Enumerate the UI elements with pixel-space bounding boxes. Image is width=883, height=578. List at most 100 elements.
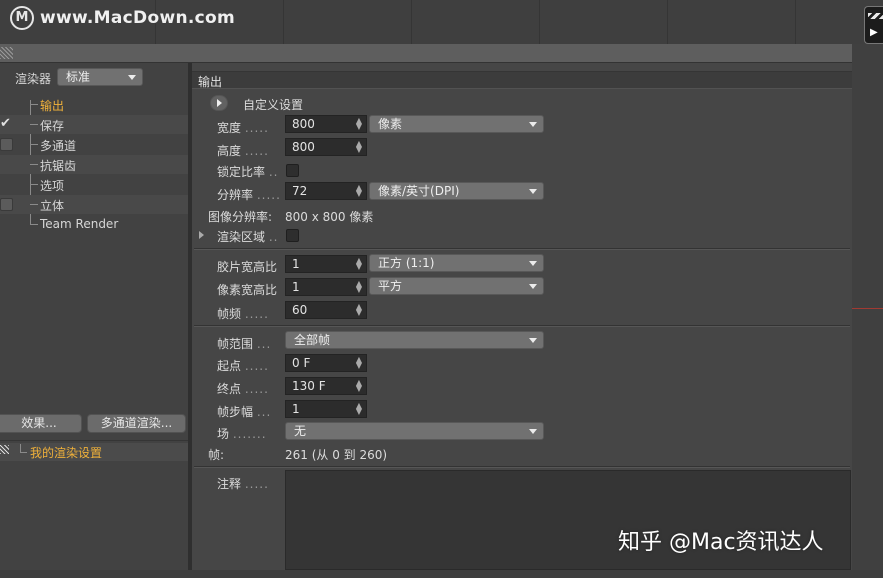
chevron-down-icon bbox=[529, 189, 537, 194]
tree-item-team-render[interactable]: Team Render bbox=[0, 215, 188, 234]
clapperboard-icon[interactable]: ▶ bbox=[864, 6, 883, 44]
renderer-dropdown[interactable]: 标准 bbox=[57, 68, 143, 86]
frames-value: 261 (从 0 到 260) bbox=[285, 448, 388, 462]
end-label: 终点 ..... bbox=[217, 382, 269, 396]
stepper-arrows-icon[interactable]: ▲ ▼ bbox=[356, 140, 362, 154]
chevron-down-icon bbox=[529, 338, 537, 343]
checkmark-icon[interactable]: ✔ bbox=[0, 116, 11, 131]
render-preset-item[interactable]: 我的渲染设置 bbox=[0, 443, 188, 461]
play-icon bbox=[217, 99, 222, 107]
expand-triangle-icon[interactable] bbox=[199, 231, 204, 239]
stepper-arrows-icon[interactable]: ▲ ▼ bbox=[356, 117, 362, 131]
viewport-grid-line bbox=[795, 0, 796, 44]
lock-ratio-label: 锁定比率 .. bbox=[217, 165, 279, 179]
macdown-logo-icon: M bbox=[10, 6, 34, 30]
film-aspect-label: 胶片宽高比 bbox=[217, 260, 278, 274]
tree-item-antialiasing[interactable]: 抗锯齿 bbox=[0, 155, 188, 174]
stepper-arrows-icon[interactable]: ▲ ▼ bbox=[356, 280, 362, 294]
chevron-down-icon bbox=[529, 429, 537, 434]
render-region-checkbox[interactable] bbox=[286, 229, 299, 242]
render-preset-icon bbox=[0, 445, 9, 454]
tree-connector bbox=[30, 184, 38, 185]
tree-connector bbox=[30, 204, 38, 205]
height-input[interactable]: 800 ▲ ▼ bbox=[285, 138, 367, 156]
zhihu-watermark: 知乎 @Mac资讯达人 bbox=[618, 530, 824, 555]
tree-item-label: 多通道 bbox=[40, 139, 77, 153]
pixel-aspect-label: 像素宽高比 bbox=[217, 283, 278, 297]
frame-range-label: 帧范围 ... bbox=[217, 337, 272, 351]
stepper-arrows-icon[interactable]: ▲ ▼ bbox=[356, 257, 362, 271]
film-aspect-dropdown[interactable]: 正方 (1:1) bbox=[369, 254, 544, 272]
frame-rate-input[interactable]: 60 ▲ ▼ bbox=[285, 301, 367, 319]
tree-connector bbox=[30, 144, 38, 145]
group-separator bbox=[194, 249, 850, 250]
tree-item-label: 输出 bbox=[40, 99, 65, 113]
viewport-edge bbox=[852, 44, 883, 578]
tree-connector bbox=[30, 164, 38, 165]
tree-item-label: 保存 bbox=[40, 119, 65, 133]
film-aspect-input[interactable]: 1 ▲ ▼ bbox=[285, 255, 367, 273]
start-label: 起点 ..... bbox=[217, 359, 269, 373]
section-title: 输出 bbox=[198, 75, 223, 89]
sidebar-separator bbox=[0, 440, 188, 441]
chevron-down-icon bbox=[529, 284, 537, 289]
viewport-grid-line bbox=[283, 0, 284, 44]
group-separator bbox=[194, 467, 850, 468]
render-region-label: 渲染区域 .. bbox=[217, 230, 279, 244]
multipass-checkbox[interactable] bbox=[0, 138, 13, 151]
chevron-down-icon bbox=[128, 75, 136, 80]
lock-ratio-checkbox[interactable] bbox=[286, 164, 299, 177]
stepper-arrows-icon[interactable]: ▲ ▼ bbox=[356, 356, 362, 370]
output-section-header: 输出 bbox=[192, 71, 852, 89]
drag-grip-icon[interactable] bbox=[0, 47, 13, 59]
stepper-arrows-icon[interactable]: ▲ ▼ bbox=[356, 379, 362, 393]
stepper-arrows-icon[interactable]: ▲ ▼ bbox=[356, 402, 362, 416]
preset-expand-button[interactable] bbox=[210, 95, 228, 111]
preset-label: 自定义设置 bbox=[243, 98, 304, 112]
stepper-arrows-icon[interactable]: ▲ ▼ bbox=[356, 303, 362, 317]
viewport-grid-line bbox=[411, 0, 412, 44]
field-label: 场 ....... bbox=[217, 427, 267, 441]
tree-item-output[interactable]: 输出 bbox=[0, 95, 188, 114]
tree-item-save[interactable]: ✔ 保存 bbox=[0, 115, 188, 134]
frame-rate-label: 帧频 ..... bbox=[217, 307, 269, 321]
tree-item-label: 立体 bbox=[40, 199, 65, 213]
renderer-label: 渲染器 bbox=[15, 72, 52, 86]
tree-item-stereo[interactable]: 立体 bbox=[0, 195, 188, 214]
resolution-input[interactable]: 72 ▲ ▼ bbox=[285, 182, 367, 200]
field-dropdown[interactable]: 无 bbox=[285, 422, 544, 440]
tree-item-multipass[interactable]: 多通道 bbox=[0, 135, 188, 154]
dialog-title-bar[interactable] bbox=[0, 44, 852, 63]
chevron-down-icon bbox=[529, 261, 537, 266]
frame-step-input[interactable]: 1 ▲ ▼ bbox=[285, 400, 367, 418]
effects-button[interactable]: 效果... bbox=[0, 414, 82, 433]
multipass-render-button[interactable]: 多通道渲染... bbox=[87, 414, 186, 433]
play-icon: ▶ bbox=[870, 27, 878, 38]
tree-connector bbox=[30, 104, 38, 105]
stepper-arrows-icon[interactable]: ▲ ▼ bbox=[356, 184, 362, 198]
render-preset-name: 我的渲染设置 bbox=[30, 446, 103, 460]
tree-item-label: Team Render bbox=[40, 217, 119, 231]
pixel-aspect-dropdown[interactable]: 平方 bbox=[369, 277, 544, 295]
bottom-strip bbox=[0, 570, 883, 578]
viewport-red-guide bbox=[852, 308, 883, 309]
width-input[interactable]: 800 ▲ ▼ bbox=[285, 115, 367, 133]
stereo-checkbox[interactable] bbox=[0, 198, 13, 211]
image-resolution-label: 图像分辨率: bbox=[208, 210, 273, 224]
site-watermark: www.MacDown.com bbox=[40, 8, 235, 28]
width-label: 宽度 ..... bbox=[217, 121, 269, 135]
tree-connector bbox=[30, 124, 38, 125]
end-input[interactable]: 130 F ▲ ▼ bbox=[285, 377, 367, 395]
start-input[interactable]: 0 F ▲ ▼ bbox=[285, 354, 367, 372]
tree-connector bbox=[20, 444, 27, 453]
tree-item-options[interactable]: 选项 bbox=[0, 175, 188, 194]
width-unit-dropdown[interactable]: 像素 bbox=[369, 115, 544, 133]
clapper-stripe bbox=[868, 13, 883, 19]
notes-label: 注释 ..... bbox=[217, 477, 269, 491]
frame-range-dropdown[interactable]: 全部帧 bbox=[285, 331, 544, 349]
resolution-unit-dropdown[interactable]: 像素/英寸(DPI) bbox=[369, 182, 544, 200]
pixel-aspect-input[interactable]: 1 ▲ ▼ bbox=[285, 278, 367, 296]
frames-label: 帧: bbox=[208, 448, 225, 462]
viewport-grid-line bbox=[667, 0, 668, 44]
tree-item-label: 抗锯齿 bbox=[40, 159, 77, 173]
